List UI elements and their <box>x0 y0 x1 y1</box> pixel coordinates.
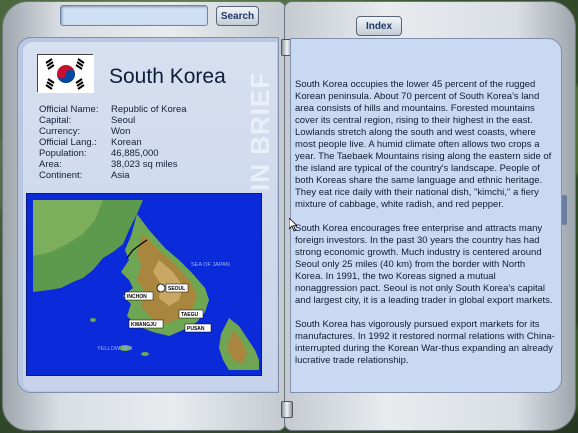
article-paragraph: South Korea occupies the lower 45 percen… <box>295 79 552 210</box>
map-label-sea-of-japan: SEA OF JAPAN <box>191 262 230 268</box>
article-paragraph: South Korea encourages free enterprise a… <box>295 223 553 306</box>
fact-row: Continent: Asia <box>39 170 221 181</box>
fact-label: Official Lang.: <box>39 137 97 148</box>
fact-value: Won <box>111 126 131 137</box>
fact-label: Official Name: <box>39 104 99 115</box>
fact-label: Area: <box>39 159 62 170</box>
fact-label: Capital: <box>39 115 72 126</box>
fact-row: Area: 38,023 sq miles <box>39 159 221 170</box>
country-map[interactable]: SEA OF JAPAN YELLOW SEA SEOUL INCHON TAE… <box>26 193 262 376</box>
map-label-seoul: SEOUL <box>168 286 185 292</box>
fact-value: Seoul <box>111 115 136 126</box>
fact-value: Republic of Korea <box>111 104 187 115</box>
south-korea-flag-icon <box>37 54 94 93</box>
search-button[interactable]: Search <box>216 6 259 26</box>
article-text: South Korea occupies the lower 45 percen… <box>295 79 555 379</box>
country-name: South Korea <box>109 65 226 88</box>
fact-row: Official Lang.: Korean <box>39 137 221 148</box>
relief-map: SEA OF JAPAN YELLOW SEA SEOUL INCHON TAE… <box>33 200 259 370</box>
index-button[interactable]: Index <box>356 16 402 36</box>
map-label-pusan: PUSAN <box>187 326 205 332</box>
fact-value: 46,885,000 <box>111 148 159 159</box>
search-input[interactable] <box>60 5 208 26</box>
fact-row: Official Name: Republic of Korea <box>39 104 221 115</box>
scroll-handle[interactable] <box>562 195 567 225</box>
bottom-hinge <box>281 401 293 418</box>
fact-value: 38,023 sq miles <box>111 159 178 170</box>
capital-star-icon <box>156 283 166 293</box>
fact-row: Capital: Seoul <box>39 115 221 126</box>
fact-label: Population: <box>39 148 87 159</box>
map-label-yellow-sea: YELLOW SEA <box>97 346 133 352</box>
map-label-taegu: TAEGU <box>181 312 199 318</box>
fact-value: Asia <box>111 170 130 181</box>
article-panel: South Korea occupies the lower 45 percen… <box>290 38 562 393</box>
fact-label: Continent: <box>39 170 83 181</box>
fact-row: Currency: Won <box>39 126 221 137</box>
map-label-kwangju: KWANGJU <box>131 322 157 328</box>
fact-value: Korean <box>111 137 142 148</box>
country-facts: Official Name: Republic of Korea Capital:… <box>39 104 221 181</box>
mouse-cursor-icon <box>289 218 297 232</box>
fact-label: Currency: <box>39 126 81 137</box>
article-paragraph: South Korea has vigorously pursued expor… <box>295 319 555 366</box>
fact-row: Population: 46,885,000 <box>39 148 221 159</box>
map-label-inchon: INCHON <box>127 294 147 300</box>
